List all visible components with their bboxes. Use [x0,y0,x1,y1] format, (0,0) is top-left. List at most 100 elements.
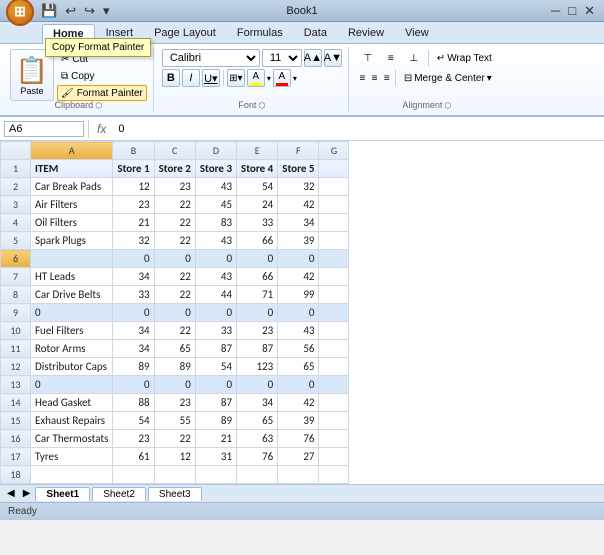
cell[interactable]: 0 [237,376,278,394]
sheet-nav-prev[interactable]: ◀ [4,488,18,499]
cell[interactable]: 56 [278,340,319,358]
name-box[interactable] [4,121,84,137]
cell[interactable]: 87 [195,340,236,358]
row-header-14[interactable]: 14 [1,394,31,412]
cell[interactable] [319,178,349,196]
cell[interactable] [319,358,349,376]
cell[interactable]: 0 [31,376,113,394]
font-name-select[interactable]: Calibri [162,49,260,67]
fill-color-button[interactable]: A [247,69,265,87]
cell[interactable]: Fuel Filters [31,322,113,340]
cell[interactable]: 23 [113,196,154,214]
cell[interactable]: 31 [195,448,236,466]
cell[interactable] [319,232,349,250]
cell[interactable]: 66 [237,232,278,250]
cell[interactable]: Car Thermostats [31,430,113,448]
middle-align-btn[interactable]: ≡ [380,49,402,67]
cell[interactable]: 76 [237,448,278,466]
cell[interactable]: 22 [154,286,195,304]
cell[interactable] [319,466,349,484]
cell[interactable]: 33 [195,322,236,340]
cell[interactable]: 34 [113,322,154,340]
cell[interactable]: Head Gasket [31,394,113,412]
cell[interactable]: 23 [113,430,154,448]
cell[interactable]: 43 [195,268,236,286]
cell[interactable]: 21 [113,214,154,232]
bold-button[interactable]: B [162,69,180,87]
row-header-8[interactable]: 8 [1,286,31,304]
cell[interactable]: 66 [237,268,278,286]
cell[interactable]: 0 [195,250,236,268]
cell[interactable]: 0 [237,250,278,268]
cell[interactable]: 32 [278,178,319,196]
cell[interactable]: 89 [113,358,154,376]
cell[interactable] [319,394,349,412]
cell[interactable]: 0 [154,376,195,394]
cell[interactable]: 33 [237,214,278,232]
tab-view[interactable]: View [395,24,439,43]
top-align-btn[interactable]: ⊤ [357,49,379,67]
cell[interactable]: 65 [154,340,195,358]
cell[interactable]: 34 [278,214,319,232]
cell[interactable]: Tyres [31,448,113,466]
cell[interactable]: ITEM [31,160,113,178]
cell[interactable]: Store 4 [237,160,278,178]
row-header-18[interactable]: 18 [1,466,31,484]
formula-input[interactable] [114,122,600,136]
font-color-dropdown[interactable]: ▾ [293,74,297,83]
cell[interactable] [319,268,349,286]
cell[interactable] [154,466,195,484]
cell[interactable]: 33 [113,286,154,304]
cell[interactable]: Store 5 [278,160,319,178]
cell[interactable]: 34 [113,268,154,286]
right-align-btn[interactable]: ≡ [381,69,392,87]
cell[interactable]: 27 [278,448,319,466]
format-painter-button[interactable]: 🖌 Format Painter [57,85,147,101]
cell[interactable] [195,466,236,484]
cell[interactable]: Spark Plugs [31,232,113,250]
cell[interactable]: 42 [278,394,319,412]
cell[interactable]: 0 [195,304,236,322]
cell[interactable] [319,448,349,466]
office-button[interactable]: ⊞ [6,0,34,26]
cell[interactable]: 34 [237,394,278,412]
cell[interactable]: 0 [278,304,319,322]
font-expand-icon[interactable]: ⬡ [258,101,265,110]
cell[interactable]: Store 3 [195,160,236,178]
cell[interactable]: 42 [278,268,319,286]
alignment-expand-icon[interactable]: ⬡ [444,101,451,110]
row-header-2[interactable]: 2 [1,178,31,196]
font-color-button[interactable]: A [273,69,291,87]
cell[interactable]: Air Filters [31,196,113,214]
cell[interactable]: Store 2 [154,160,195,178]
tab-page-layout[interactable]: Page Layout [144,24,226,43]
cell[interactable]: 0 [278,376,319,394]
wrap-text-button[interactable]: ↵ Wrap Text [432,49,497,67]
undo-quick-btn[interactable]: ↩ [62,2,79,20]
cell[interactable]: 65 [278,358,319,376]
cell[interactable]: 23 [237,322,278,340]
col-header-c[interactable]: C [154,142,195,160]
increase-font-btn[interactable]: A▲ [304,49,322,67]
cut-button[interactable]: ✂ Cut [57,51,147,67]
cell[interactable] [31,250,113,268]
sheet-tab-3[interactable]: Sheet3 [148,487,202,501]
row-header-3[interactable]: 3 [1,196,31,214]
cell[interactable]: 54 [113,412,154,430]
cell[interactable]: 39 [278,412,319,430]
tab-home[interactable]: Home [42,24,95,45]
cell[interactable]: 0 [237,304,278,322]
cell[interactable]: 12 [113,178,154,196]
minimize-btn[interactable]: ─ [548,2,563,20]
row-header-15[interactable]: 15 [1,412,31,430]
spreadsheet-container[interactable]: A B C D E F G 1ITEMStore 1Store 2Store 3… [0,141,604,484]
cell[interactable]: 87 [195,394,236,412]
fill-dropdown-arrow[interactable]: ▾ [267,74,271,83]
sheet-tab-1[interactable]: Sheet1 [35,487,90,501]
underline-button[interactable]: U▾ [202,69,220,87]
merge-dropdown[interactable]: ▾ [487,73,492,84]
cell[interactable]: 23 [154,394,195,412]
cell[interactable]: Exhaust Repairs [31,412,113,430]
cell[interactable] [319,196,349,214]
cell[interactable]: 22 [154,214,195,232]
